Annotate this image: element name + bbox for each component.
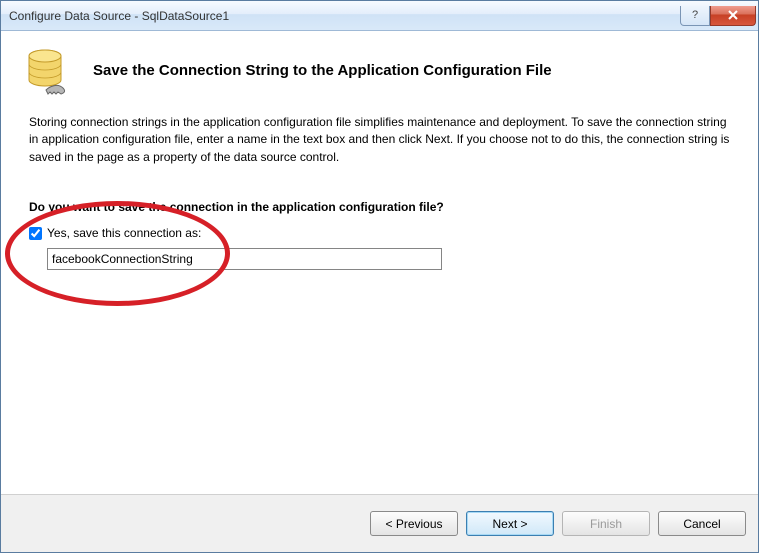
question-label: Do you want to save the connection in th… <box>29 200 730 214</box>
checkbox-label: Yes, save this connection as: <box>47 226 201 240</box>
wizard-header: Save the Connection String to the Applic… <box>1 31 758 114</box>
save-connection-checkbox-row[interactable]: Yes, save this connection as: <box>29 226 730 240</box>
connection-name-input[interactable] <box>47 248 442 270</box>
dialog-window: Configure Data Source - SqlDataSource1 ? <box>0 0 759 553</box>
titlebar: Configure Data Source - SqlDataSource1 ? <box>1 1 758 31</box>
window-buttons: ? <box>680 6 756 26</box>
save-connection-checkbox[interactable] <box>29 227 42 240</box>
finish-button[interactable]: Finish <box>562 511 650 536</box>
database-icon <box>25 46 73 94</box>
cancel-button[interactable]: Cancel <box>658 511 746 536</box>
previous-button[interactable]: < Previous <box>370 511 458 536</box>
wizard-footer: < Previous Next > Finish Cancel <box>1 494 758 552</box>
close-icon <box>727 10 739 20</box>
window-title: Configure Data Source - SqlDataSource1 <box>9 9 680 23</box>
close-button[interactable] <box>710 6 756 26</box>
help-button[interactable]: ? <box>680 6 710 26</box>
description-text: Storing connection strings in the applic… <box>29 114 730 166</box>
next-button[interactable]: Next > <box>466 511 554 536</box>
wizard-heading: Save the Connection String to the Applic… <box>93 62 552 79</box>
wizard-content: Storing connection strings in the applic… <box>1 114 758 494</box>
help-icon: ? <box>692 9 698 21</box>
